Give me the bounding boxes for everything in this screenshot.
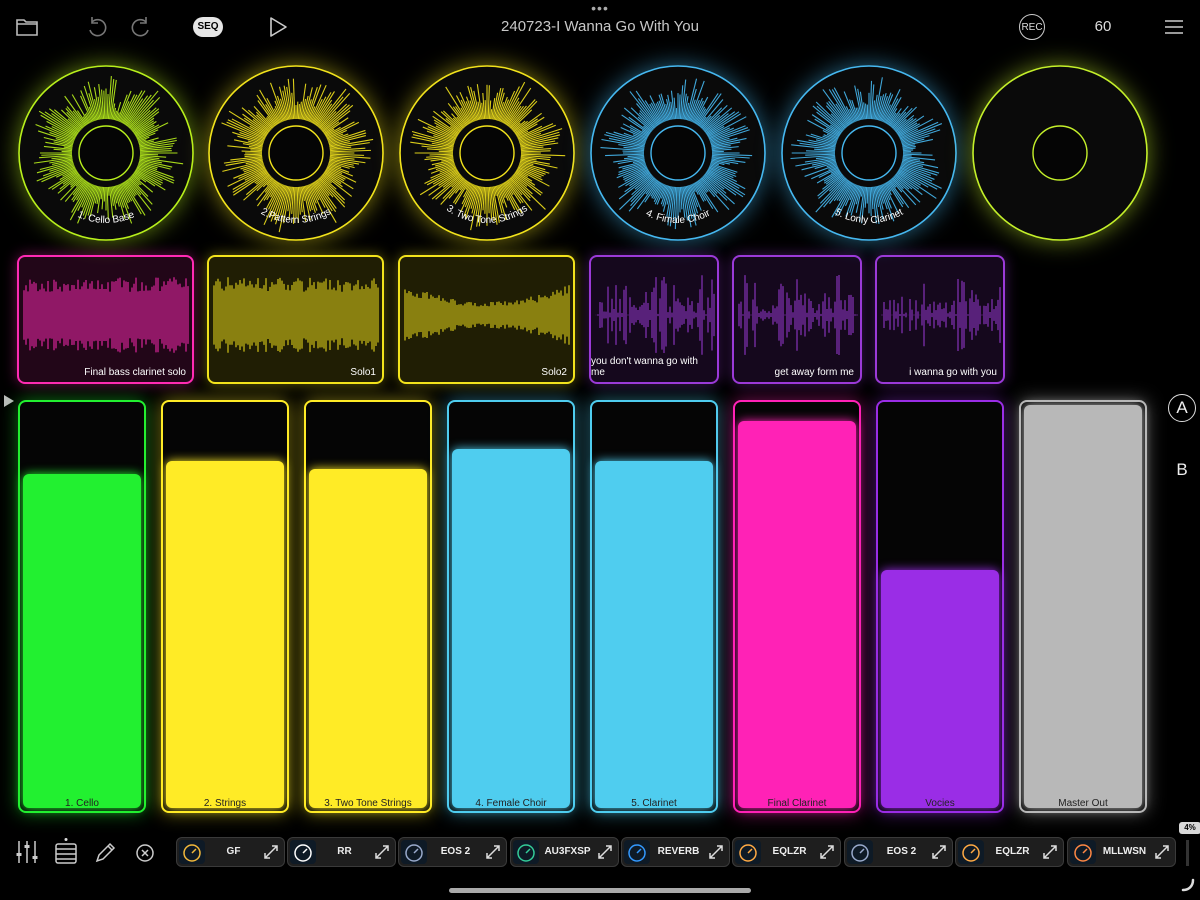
audio-clip[interactable]: Solo1 bbox=[207, 255, 384, 384]
expand-icon[interactable] bbox=[1153, 843, 1171, 861]
folder-icon[interactable] bbox=[14, 14, 40, 40]
plugin-label: GF bbox=[226, 846, 241, 857]
expand-icon[interactable] bbox=[930, 843, 948, 861]
fader-level[interactable] bbox=[452, 449, 570, 808]
expand-icon[interactable] bbox=[373, 843, 391, 861]
loop-ring[interactable]: 4. Fimale Choir bbox=[589, 64, 767, 242]
channel-fader[interactable]: 5. Clarinet bbox=[590, 400, 718, 813]
loop-ring[interactable] bbox=[971, 64, 1149, 242]
plugin-label: REVERB bbox=[657, 846, 700, 857]
tempo-display[interactable]: 60 bbox=[1086, 18, 1120, 35]
record-button[interactable]: REC bbox=[1019, 14, 1045, 40]
audio-clip[interactable]: i wanna go with you bbox=[875, 255, 1005, 384]
fader-level[interactable] bbox=[309, 469, 427, 808]
fader-label: Vocies bbox=[925, 798, 955, 809]
reverb-icon bbox=[624, 840, 650, 864]
clip-label: get away form me bbox=[774, 367, 854, 378]
clip-label: you don't wanna go with me bbox=[591, 356, 698, 378]
expand-icon[interactable] bbox=[818, 843, 836, 861]
fader-label: 2. Strings bbox=[203, 798, 247, 809]
plugin-label: RR bbox=[337, 846, 352, 857]
channel-fader[interactable]: 4. Female Choir bbox=[447, 400, 575, 813]
pencil-icon[interactable] bbox=[92, 838, 118, 866]
menu-icon[interactable] bbox=[1161, 14, 1187, 40]
plugin-slot[interactable]: EQLZR bbox=[955, 837, 1064, 867]
fader-level[interactable] bbox=[595, 461, 713, 808]
wave-stack-icon bbox=[513, 840, 539, 864]
plugin-label: AU3FXSP bbox=[544, 846, 591, 857]
expand-icon[interactable] bbox=[484, 843, 502, 861]
plugin-slot[interactable]: REVERB bbox=[621, 837, 730, 867]
eq-a-icon bbox=[735, 840, 761, 864]
clip-label: Solo1 bbox=[350, 367, 376, 378]
cpu-badge: 4% bbox=[1179, 822, 1200, 834]
eq-b-icon bbox=[958, 840, 984, 864]
plugin-slot[interactable]: RR bbox=[287, 837, 396, 867]
fader-label: 3. Two Tone Strings bbox=[324, 798, 412, 809]
fader-label: Final Clarinet bbox=[767, 798, 827, 809]
loop-ring[interactable]: 1. Cello Base bbox=[17, 64, 195, 242]
play-icon[interactable] bbox=[265, 14, 291, 40]
track-list-icon[interactable] bbox=[53, 838, 79, 866]
r-logo-icon bbox=[290, 840, 316, 864]
project-title: 240723-I Wanna Go With You bbox=[501, 18, 699, 35]
plugin-slot[interactable]: EQLZR bbox=[732, 837, 841, 867]
audio-clip[interactable]: Solo2 bbox=[398, 255, 575, 384]
close-circle-icon[interactable] bbox=[132, 838, 158, 866]
fader-level[interactable] bbox=[23, 474, 141, 808]
plugin-label: EOS 2 bbox=[440, 846, 471, 857]
keyboard-icon bbox=[1070, 840, 1096, 864]
fader-level[interactable] bbox=[881, 570, 999, 808]
channel-fader[interactable]: 1. Cello bbox=[18, 400, 146, 813]
plugin-slot[interactable]: MLLWSN bbox=[1067, 837, 1176, 867]
fader-label: Master Out bbox=[1058, 798, 1108, 809]
cpu-meter bbox=[1186, 840, 1189, 866]
clip-label: i wanna go with you bbox=[909, 367, 997, 378]
playhead-marker-icon bbox=[4, 395, 14, 407]
gauge-icon bbox=[179, 840, 205, 864]
scene-b-button[interactable]: B bbox=[1168, 456, 1196, 484]
clip-label: Final bass clarinet solo bbox=[84, 367, 186, 378]
audio-clip[interactable]: Final bass clarinet solo bbox=[17, 255, 194, 384]
plugin-slot[interactable]: EOS 2 bbox=[398, 837, 507, 867]
expand-icon[interactable] bbox=[707, 843, 725, 861]
resize-handle-icon[interactable] bbox=[1180, 876, 1196, 892]
expand-icon[interactable] bbox=[596, 843, 614, 861]
audio-clip[interactable]: get away form me bbox=[732, 255, 862, 384]
redo-icon[interactable] bbox=[128, 14, 154, 40]
undo-icon[interactable] bbox=[84, 14, 110, 40]
fader-level[interactable] bbox=[738, 421, 856, 808]
channel-fader[interactable]: Vocies bbox=[876, 400, 1004, 813]
fader-level[interactable] bbox=[1024, 405, 1142, 808]
plugin-label: EOS 2 bbox=[886, 846, 917, 857]
fader-level[interactable] bbox=[166, 461, 284, 808]
plugin-label: EQLZR bbox=[995, 846, 1030, 857]
more-dots-icon[interactable]: ••• bbox=[588, 1, 612, 15]
fader-label: 4. Female Choir bbox=[475, 798, 547, 809]
channel-fader[interactable]: 3. Two Tone Strings bbox=[304, 400, 432, 813]
eos-b-icon bbox=[847, 840, 873, 864]
expand-icon[interactable] bbox=[262, 843, 280, 861]
home-indicator[interactable] bbox=[449, 888, 751, 893]
eos-a-icon bbox=[401, 840, 427, 864]
plugin-slot[interactable]: EOS 2 bbox=[844, 837, 953, 867]
loop-ring[interactable]: 5. Lonly Clarinet bbox=[780, 64, 958, 242]
mixer-sliders-icon[interactable] bbox=[14, 838, 40, 866]
audio-clip[interactable]: you don't wanna go with me bbox=[589, 255, 719, 384]
fader-label: 1. Cello bbox=[65, 798, 99, 809]
fader-label: 5. Clarinet bbox=[631, 798, 677, 809]
scene-a-button[interactable]: A bbox=[1168, 394, 1196, 422]
plugin-slot[interactable]: AU3FXSP bbox=[510, 837, 619, 867]
seq-button[interactable]: SEQ bbox=[193, 17, 223, 37]
channel-fader[interactable]: Master Out bbox=[1019, 400, 1147, 813]
plugin-label: EQLZR bbox=[772, 846, 807, 857]
loop-ring[interactable]: 2.Pattern Strings bbox=[207, 64, 385, 242]
channel-fader[interactable]: 2. Strings bbox=[161, 400, 289, 813]
plugin-label: MLLWSN bbox=[1102, 846, 1147, 857]
loop-ring[interactable]: 3. Two Tone Strings bbox=[398, 64, 576, 242]
expand-icon[interactable] bbox=[1041, 843, 1059, 861]
clip-label: Solo2 bbox=[541, 367, 567, 378]
plugin-slot[interactable]: GF bbox=[176, 837, 285, 867]
channel-fader[interactable]: Final Clarinet bbox=[733, 400, 861, 813]
